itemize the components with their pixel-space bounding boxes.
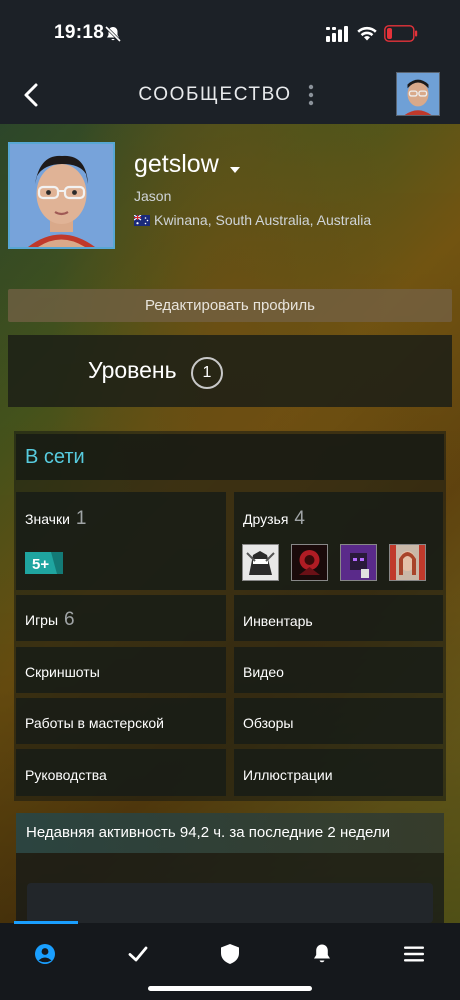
friends-label: Друзья 4 [243, 508, 305, 530]
inventory-tile[interactable]: Инвентарь [234, 595, 443, 641]
screenshots-tile[interactable]: Скриншоты [16, 647, 226, 693]
guides-label: Руководства [25, 767, 107, 783]
friend-avatar-image-4 [390, 545, 425, 580]
caret-down-icon[interactable] [229, 166, 241, 174]
bell-icon[interactable] [311, 943, 333, 965]
profile-real-name: Jason [134, 188, 172, 204]
friends-count: 4 [294, 508, 305, 529]
profile-icon[interactable] [34, 943, 56, 965]
videos-tile[interactable]: Видео [234, 647, 443, 693]
inventory-label: Инвентарь [243, 613, 313, 629]
checkmark-icon[interactable] [127, 943, 149, 965]
friend-avatar[interactable] [242, 544, 279, 581]
friend-avatar[interactable] [340, 544, 377, 581]
level-badge[interactable]: 1 [191, 357, 223, 389]
friend-avatar-image-2 [292, 545, 327, 580]
profile-location: Kwinana, South Australia, Australia [154, 212, 372, 228]
games-tile[interactable]: Игры 6 [16, 595, 226, 641]
more-options-icon[interactable] [306, 84, 316, 106]
friends-tile[interactable]: Друзья 4 [234, 492, 443, 590]
workshop-label: Работы в мастерской [25, 715, 164, 731]
friend-avatar[interactable] [291, 544, 328, 581]
badges-count: 1 [75, 508, 87, 529]
friend-avatar[interactable] [389, 544, 426, 581]
recent-activity-item[interactable] [27, 883, 433, 923]
status-time: 19:18 [54, 22, 105, 43]
workshop-tile[interactable]: Работы в мастерской [16, 698, 226, 744]
games-label-text: Игры [25, 612, 59, 628]
artwork-tile[interactable]: Иллюстрации [234, 749, 443, 796]
badges-label-text: Значки [25, 511, 70, 527]
games-label: Игры 6 [25, 609, 75, 631]
active-tab-indicator [14, 921, 78, 924]
online-status: В сети [25, 446, 85, 468]
badges-label: Значки 1 [25, 508, 86, 530]
recent-activity-text: Недавняя активность 94,2 ч. за последние… [26, 824, 390, 841]
level-label: Уровень [88, 357, 177, 383]
friend-avatar-image-3 [341, 545, 376, 580]
videos-label: Видео [243, 664, 284, 680]
games-count: 6 [64, 609, 75, 630]
top-navigation: СООБЩЕСТВО [0, 66, 460, 124]
screenshots-label: Скриншоты [25, 664, 100, 680]
status-bar: 19:18 [0, 0, 460, 66]
australia-flag-icon [134, 215, 150, 226]
level-section: Уровень 1 [8, 335, 452, 407]
avatar-image [10, 144, 113, 247]
profile-username[interactable]: getslow [134, 150, 219, 179]
menu-icon[interactable] [403, 943, 425, 965]
user-avatar-small[interactable] [396, 72, 440, 116]
cellular-signal-icon [326, 26, 348, 42]
badge-text: 5+ [32, 556, 49, 573]
online-status-bar: В сети [16, 434, 444, 480]
page-title: СООБЩЕСТВО [138, 84, 292, 105]
badges-tile[interactable]: Значки 1 5+ [16, 492, 226, 590]
wifi-icon [357, 26, 377, 41]
guides-tile[interactable]: Руководства [16, 749, 226, 796]
reviews-tile[interactable]: Обзоры [234, 698, 443, 744]
recent-activity-header: Недавняя активность 94,2 ч. за последние… [16, 813, 444, 853]
friend-avatar-image-1 [243, 545, 278, 580]
edit-profile-button[interactable]: Редактировать профиль [8, 289, 452, 322]
years-of-service-badge-icon[interactable]: 5+ [25, 550, 63, 576]
battery-icon [384, 25, 418, 42]
home-indicator [148, 986, 312, 991]
bell-muted-icon [104, 25, 122, 43]
friends-label-text: Друзья [243, 511, 289, 527]
profile-avatar[interactable] [8, 142, 115, 249]
shield-icon[interactable] [219, 943, 241, 965]
artwork-label: Иллюстрации [243, 767, 333, 783]
reviews-label: Обзоры [243, 715, 294, 731]
